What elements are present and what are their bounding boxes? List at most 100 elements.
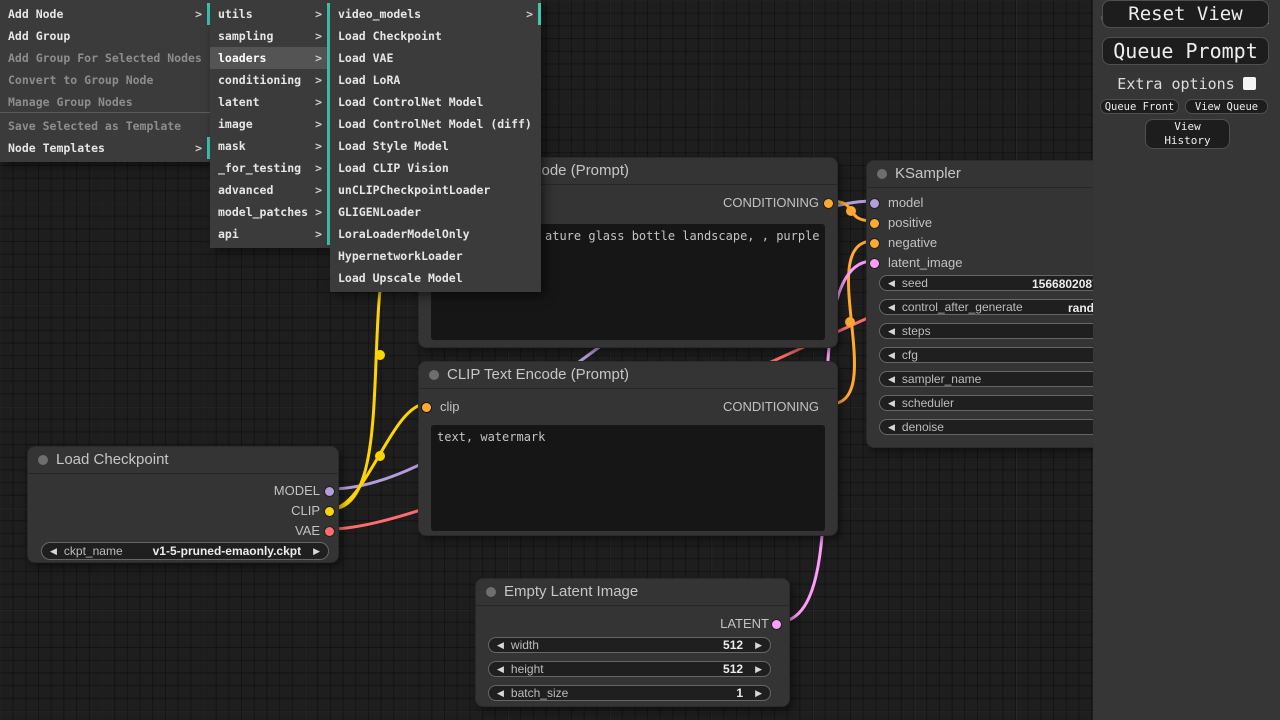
graph-canvas[interactable]: CLIP Text Encode (Prompt) CONDITIONING a… (0, 0, 1280, 720)
menu-item-label: Load ControlNet Model (338, 95, 483, 109)
increment-arrow-icon[interactable]: ▶ (755, 665, 762, 674)
increment-arrow-icon[interactable]: ▶ (313, 547, 320, 556)
menu-item[interactable]: model_patches > (210, 201, 330, 223)
menu-item[interactable]: Load Style Model > (330, 135, 541, 157)
widget-row[interactable]: ◀ batch_size 1 ▶ (488, 685, 771, 701)
menu-item[interactable]: Save Selected as Template > (0, 115, 210, 137)
menu-item[interactable]: Add Group For Selected Nodes > (0, 47, 210, 69)
collapse-dot-icon[interactable] (429, 370, 439, 380)
menu-item[interactable]: unCLIPCheckpointLoader > (330, 179, 541, 201)
input-label: model (888, 195, 923, 210)
output-slot[interactable] (325, 527, 334, 536)
conditioning-output-slot[interactable] (824, 199, 833, 208)
menu-item[interactable]: api > (210, 223, 330, 245)
decrement-arrow-icon[interactable]: ◀ (497, 641, 504, 650)
ckpt-name-widget[interactable]: ◀ ckpt_name v1-5-pruned-emaonly.ckpt ▶ (41, 542, 329, 560)
node-empty-latent-image[interactable]: Empty Latent Image LATENT ◀ width 512 ▶ … (475, 578, 790, 707)
decrement-arrow-icon[interactable]: ◀ (50, 547, 57, 556)
prompt-textarea[interactable]: text, watermark (431, 425, 825, 531)
context-menu: Add Node > Add Group > Add Group For Sel… (0, 0, 210, 162)
widget-list: ◀ ckpt_name v1-5-pruned-emaonly.ckpt ▶ (28, 542, 338, 560)
queue-front-button[interactable]: Queue Front (1100, 99, 1179, 114)
menu-item[interactable]: Load LoRA > (330, 69, 541, 91)
input-slot[interactable] (870, 239, 879, 248)
node-header[interactable]: Load Checkpoint (28, 447, 338, 474)
menu-item[interactable]: LoraLoaderModelOnly > (330, 223, 541, 245)
submenu-arrow-icon: > (315, 113, 322, 135)
menu-item[interactable]: video_models > (330, 3, 541, 25)
output-label: CONDITIONING (723, 193, 819, 213)
decrement-arrow-icon[interactable]: ◀ (888, 423, 895, 432)
decrement-arrow-icon[interactable]: ◀ (888, 327, 895, 336)
widget-label: ckpt_name (64, 544, 123, 558)
decrement-arrow-icon[interactable]: ◀ (888, 279, 895, 288)
menu-item[interactable]: Load VAE > (330, 47, 541, 69)
menu-item[interactable]: sampling > (210, 25, 330, 47)
menu-item[interactable]: Load ControlNet Model > (330, 91, 541, 113)
decrement-arrow-icon[interactable]: ◀ (888, 303, 895, 312)
menu-item-label: Load VAE (338, 51, 393, 65)
output-label: CLIP (291, 501, 320, 521)
menu-item-label: HypernetworkLoader (338, 249, 463, 263)
menu-item[interactable]: image > (210, 113, 330, 135)
view-history-button[interactable]: View History (1145, 119, 1230, 149)
menu-item[interactable]: utils > (210, 3, 330, 25)
menu-item[interactable]: conditioning > (210, 69, 330, 91)
menu-item[interactable]: Add Node > (0, 3, 210, 25)
output-slot[interactable] (325, 487, 334, 496)
menu-item[interactable]: HypernetworkLoader > (330, 245, 541, 267)
menu-item[interactable]: Convert to Group Node > (0, 69, 210, 91)
menu-item[interactable]: Load Upscale Model > (330, 267, 541, 289)
increment-arrow-icon[interactable]: ▶ (755, 689, 762, 698)
submenu-arrow-icon: > (315, 223, 322, 245)
menu-item[interactable]: loaders > (210, 47, 330, 69)
output-slot[interactable] (325, 507, 334, 516)
menu-item-label: latent (218, 95, 260, 109)
collapse-dot-icon[interactable] (486, 587, 496, 597)
collapse-dot-icon[interactable] (38, 455, 48, 465)
node-load-checkpoint[interactable]: Load Checkpoint MODEL CLIP VAE ◀ ckpt_na… (27, 446, 339, 563)
menu-item[interactable]: latent > (210, 91, 330, 113)
submenu-arrow-icon: > (315, 135, 322, 157)
decrement-arrow-icon[interactable]: ◀ (497, 689, 504, 698)
widget-label: scheduler (902, 396, 954, 410)
menu-item[interactable]: mask > (210, 135, 330, 157)
queue-prompt-button[interactable]: Queue Prompt (1102, 37, 1269, 65)
menu-item[interactable]: Load ControlNet Model (diff) > (330, 113, 541, 135)
submenu-arrow-icon: > (315, 25, 322, 47)
collapse-dot-icon[interactable] (877, 169, 887, 179)
decrement-arrow-icon[interactable]: ◀ (888, 351, 895, 360)
input-label: clip (440, 399, 460, 414)
menu-item[interactable]: Node Templates > (0, 137, 210, 159)
input-slot[interactable] (870, 259, 879, 268)
view-queue-button[interactable]: View Queue (1185, 99, 1268, 114)
widget-label: cfg (902, 348, 918, 362)
widget-row[interactable]: ◀ height 512 ▶ (488, 661, 771, 677)
decrement-arrow-icon[interactable]: ◀ (888, 375, 895, 384)
increment-arrow-icon[interactable]: ▶ (755, 641, 762, 650)
menu-item-label: Load Checkpoint (338, 29, 442, 43)
decrement-arrow-icon[interactable]: ◀ (497, 665, 504, 674)
node-clip-text-encode-negative[interactable]: CLIP Text Encode (Prompt) clip CONDITION… (418, 361, 838, 536)
menu-item[interactable]: _for_testing > (210, 157, 330, 179)
menu-item-label: utils (218, 7, 253, 21)
latent-output-slot[interactable] (772, 620, 781, 629)
menu-item[interactable]: Load Checkpoint > (330, 25, 541, 47)
menu-item[interactable]: advanced > (210, 179, 330, 201)
extra-options-checkbox[interactable] (1243, 77, 1256, 90)
node-header[interactable]: Empty Latent Image (476, 579, 789, 606)
menu-item-label: Load ControlNet Model (diff) (338, 117, 532, 131)
decrement-arrow-icon[interactable]: ◀ (888, 399, 895, 408)
sidebar-button[interactable]: Reset View (1102, 0, 1269, 28)
menu-item[interactable]: GLIGENLoader > (330, 201, 541, 223)
submenu-arrow-icon: > (195, 3, 202, 25)
menu-item[interactable]: Add Group > (0, 25, 210, 47)
input-slot[interactable] (870, 219, 879, 228)
menu-item[interactable]: Manage Group Nodes > (0, 91, 210, 113)
conditioning-output-slot[interactable] (422, 403, 431, 412)
menu-item[interactable]: Load CLIP Vision > (330, 157, 541, 179)
input-slot[interactable] (870, 199, 879, 208)
input-label: latent_image (888, 255, 962, 270)
node-header[interactable]: CLIP Text Encode (Prompt) (419, 362, 837, 389)
widget-row[interactable]: ◀ width 512 ▶ (488, 637, 771, 653)
